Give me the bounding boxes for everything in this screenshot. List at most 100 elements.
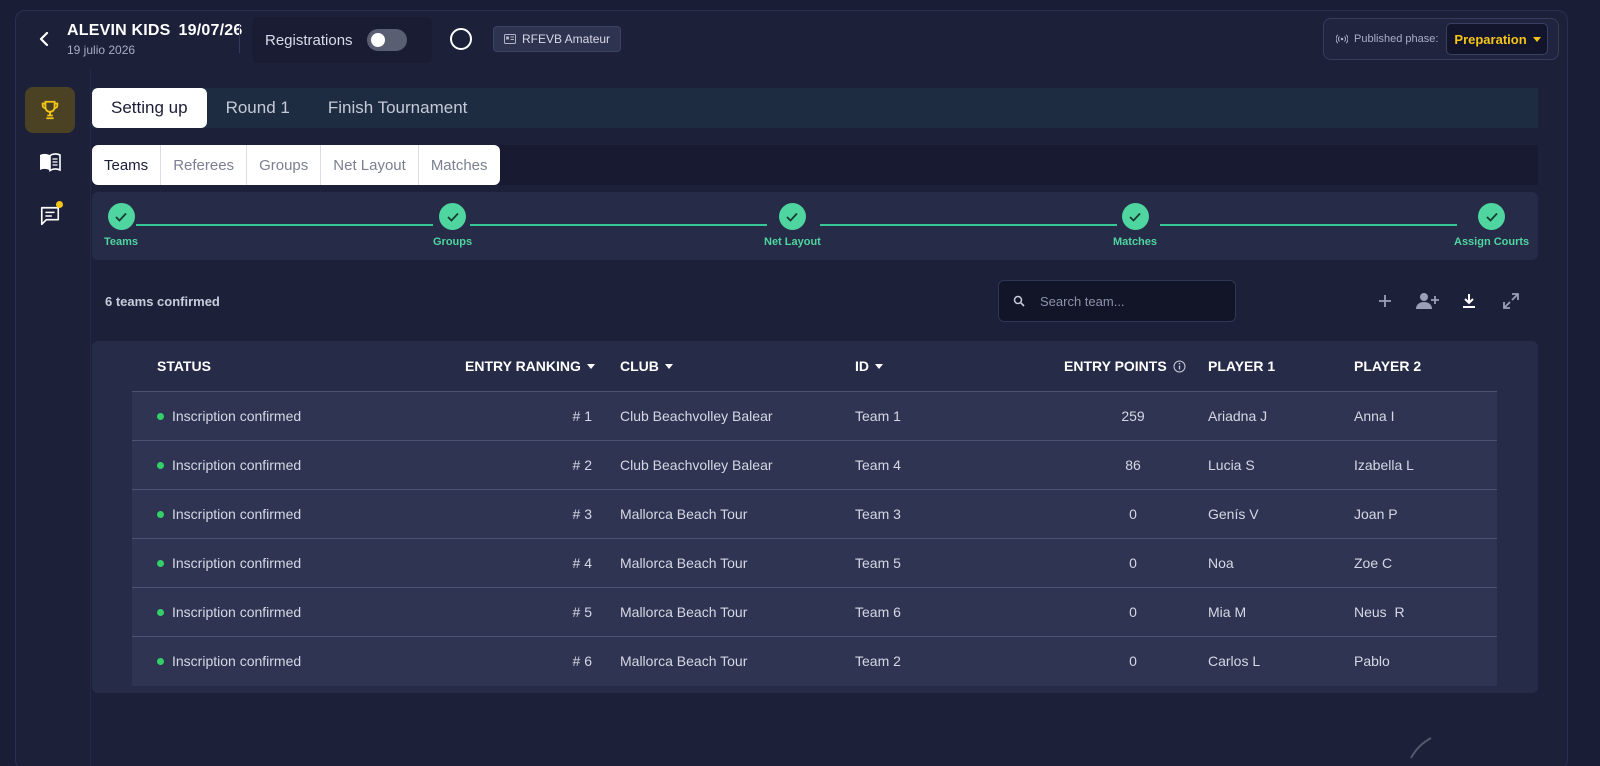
step-label: Assign Courts bbox=[1454, 236, 1530, 248]
header-entry-ranking-label: ENTRY RANKING bbox=[465, 358, 581, 374]
ranking-cell: # 2 bbox=[572, 457, 592, 473]
top-header: ALEVIN KIDS 19/07/26 19 julio 2026 Regist… bbox=[16, 11, 1567, 69]
player-2-cell: Neus R bbox=[1354, 604, 1405, 620]
step-connector bbox=[136, 224, 433, 226]
step-teams[interactable]: Teams bbox=[104, 203, 138, 248]
table-row[interactable]: Inscription confirmed # 2 Club Beachvoll… bbox=[132, 441, 1497, 490]
id-cell: Team 6 bbox=[855, 604, 901, 620]
player-2-cell: Anna I bbox=[1354, 408, 1395, 424]
status-text: Inscription confirmed bbox=[172, 555, 302, 571]
federation-badge[interactable]: RFEVB Amateur bbox=[493, 26, 622, 52]
header-entry-points-label: ENTRY POINTS bbox=[1064, 358, 1167, 374]
player-1-cell: Carlos L bbox=[1208, 653, 1261, 669]
status-dot bbox=[157, 559, 164, 567]
table-row[interactable]: Inscription confirmed # 3 Mallorca Beach… bbox=[132, 490, 1497, 539]
table-row[interactable]: Inscription confirmed # 5 Mallorca Beach… bbox=[132, 588, 1497, 637]
teams-table: STATUS ENTRY RANKING CLUB ID ENTRY POINT… bbox=[132, 341, 1497, 686]
status-cell: Inscription confirmed bbox=[157, 539, 301, 587]
add-team-button[interactable] bbox=[1374, 290, 1396, 312]
club-cell: Club Beachvolley Balear bbox=[620, 457, 773, 473]
sidebar-item-rules[interactable] bbox=[25, 139, 75, 185]
tab-round-1[interactable]: Round 1 bbox=[207, 88, 309, 128]
chevron-down-icon bbox=[1532, 36, 1541, 42]
player-1-cell: Mia M bbox=[1208, 604, 1247, 620]
header-status: STATUS bbox=[157, 358, 211, 374]
table-row[interactable]: Inscription confirmed # 1 Club Beachvoll… bbox=[132, 392, 1497, 441]
check-icon bbox=[107, 203, 135, 230]
id-cell: Team 1 bbox=[855, 408, 901, 424]
ranking-cell: # 5 bbox=[572, 604, 592, 620]
info-icon[interactable] bbox=[1173, 360, 1186, 373]
header-id[interactable]: ID bbox=[855, 358, 883, 374]
expand-icon bbox=[1503, 293, 1519, 309]
header-club-label: CLUB bbox=[620, 358, 659, 374]
step-matches[interactable]: Matches bbox=[1113, 203, 1157, 248]
status-dot bbox=[157, 657, 164, 665]
points-cell: 0 bbox=[1129, 555, 1137, 571]
header-divider bbox=[239, 25, 240, 53]
published-phase-label: Published phase: bbox=[1354, 33, 1439, 45]
expand-button[interactable] bbox=[1500, 290, 1522, 312]
teams-table-panel: STATUS ENTRY RANKING CLUB ID ENTRY POINT… bbox=[92, 341, 1538, 693]
chat-icon bbox=[40, 206, 60, 226]
points-cell: 0 bbox=[1129, 653, 1137, 669]
status-cell: Inscription confirmed bbox=[157, 392, 301, 440]
search-input[interactable] bbox=[1040, 293, 1210, 309]
step-groups[interactable]: Groups bbox=[433, 203, 472, 248]
phase-select[interactable]: Preparation bbox=[1446, 23, 1549, 55]
header-club[interactable]: CLUB bbox=[620, 358, 673, 374]
player-2-cell: Pablo bbox=[1354, 653, 1390, 669]
id-cell: Team 2 bbox=[855, 653, 901, 669]
table-row[interactable]: Inscription confirmed # 4 Mallorca Beach… bbox=[132, 539, 1497, 588]
status-circle-button[interactable] bbox=[450, 28, 472, 50]
download-button[interactable] bbox=[1458, 290, 1480, 312]
points-cell: 86 bbox=[1125, 457, 1141, 473]
id-cell: Team 4 bbox=[855, 457, 901, 473]
add-user-button[interactable] bbox=[1414, 290, 1440, 312]
player-1-cell: Genís V bbox=[1208, 506, 1259, 522]
subtab-groups[interactable]: Groups bbox=[247, 145, 322, 185]
ranking-cell: # 4 bbox=[572, 555, 592, 571]
status-cell: Inscription confirmed bbox=[157, 441, 301, 489]
add-icon bbox=[1379, 295, 1391, 307]
points-cell: 0 bbox=[1129, 506, 1137, 522]
back-button[interactable] bbox=[34, 29, 54, 49]
status-dot bbox=[157, 412, 164, 420]
sidebar-item-messages[interactable] bbox=[25, 193, 75, 239]
app-frame: ALEVIN KIDS 19/07/26 19 julio 2026 Regist… bbox=[15, 10, 1568, 766]
status-text: Inscription confirmed bbox=[172, 457, 302, 473]
tournament-title: ALEVIN KIDS 19/07/26 bbox=[67, 22, 250, 40]
club-cell: Mallorca Beach Tour bbox=[620, 506, 748, 522]
player-1-cell: Noa bbox=[1208, 555, 1234, 571]
tab-setting-up[interactable]: Setting up bbox=[92, 88, 207, 128]
points-cell: 259 bbox=[1121, 408, 1145, 424]
teams-confirmed-count: 6 teams confirmed bbox=[105, 294, 220, 309]
search-box[interactable] bbox=[998, 280, 1236, 322]
search-icon bbox=[1013, 295, 1025, 307]
header-player-2-label: PLAYER 2 bbox=[1354, 358, 1422, 374]
club-cell: Mallorca Beach Tour bbox=[620, 653, 748, 669]
card-icon bbox=[504, 34, 516, 44]
registrations-toggle[interactable] bbox=[366, 29, 407, 51]
status-dot bbox=[157, 608, 164, 616]
player-2-cell: Zoe C bbox=[1354, 555, 1393, 571]
subtab-matches[interactable]: Matches bbox=[419, 145, 500, 185]
step-connector bbox=[1160, 224, 1457, 226]
phase-select-value: Preparation bbox=[1454, 31, 1527, 47]
subtab-net-layout[interactable]: Net Layout bbox=[321, 145, 419, 185]
step-net-layout[interactable]: Net Layout bbox=[764, 203, 821, 248]
step-assign-courts[interactable]: Assign Courts bbox=[1454, 203, 1529, 248]
sidebar-item-tournament[interactable] bbox=[25, 87, 75, 133]
subtab-referees[interactable]: Referees bbox=[161, 145, 248, 185]
check-icon bbox=[439, 203, 467, 230]
tab-finish-tournament[interactable]: Finish Tournament bbox=[309, 88, 487, 128]
table-row[interactable]: Inscription confirmed # 6 Mallorca Beach… bbox=[132, 637, 1497, 686]
header-status-label: STATUS bbox=[157, 358, 211, 374]
ranking-cell: # 6 bbox=[572, 653, 592, 669]
subtab-teams[interactable]: Teams bbox=[92, 145, 162, 185]
header-entry-ranking[interactable]: ENTRY RANKING bbox=[465, 358, 595, 374]
tournament-name: ALEVIN KIDS bbox=[67, 22, 171, 39]
status-text: Inscription confirmed bbox=[172, 408, 302, 424]
decorative-mark bbox=[1410, 737, 1432, 759]
download-icon bbox=[1463, 294, 1475, 308]
